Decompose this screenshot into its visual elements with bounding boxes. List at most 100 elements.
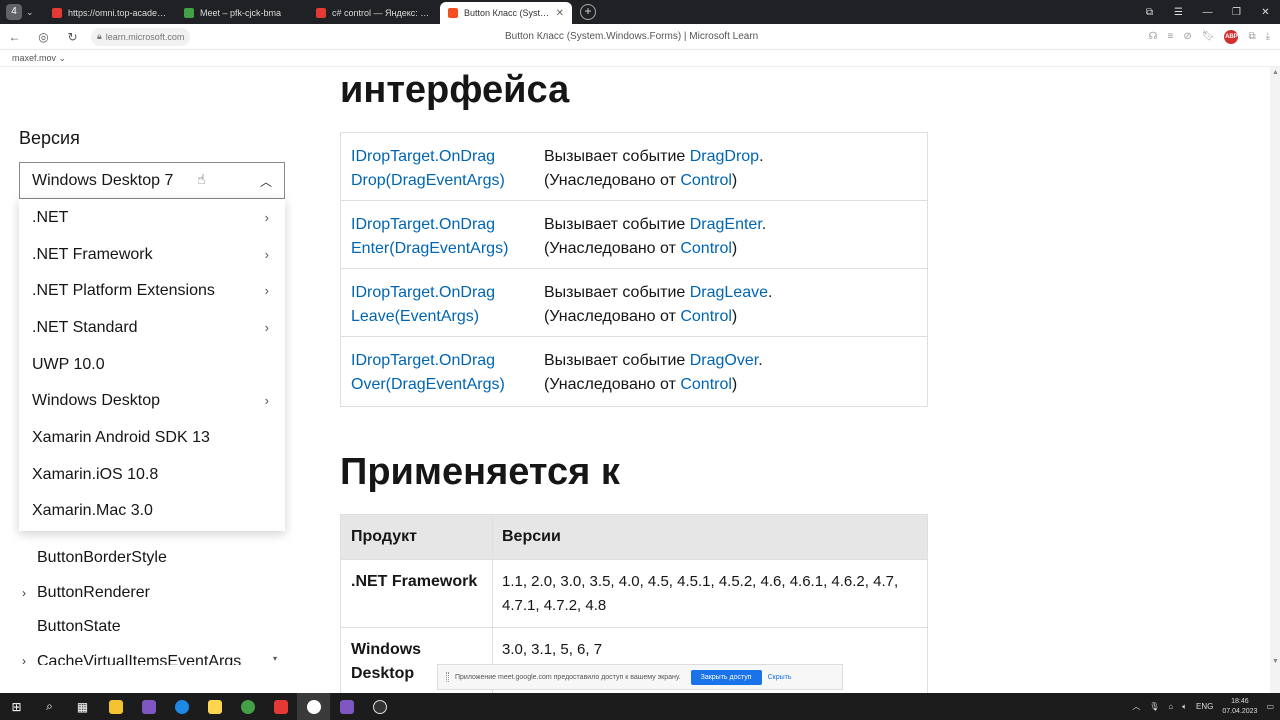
- version-option[interactable]: Xamarin.iOS 10.8: [19, 457, 285, 493]
- browser-tab[interactable]: Meet – pfk-cjck-bma: [176, 2, 308, 24]
- versions-line: 4.7.1, 4.7.2, 4.8: [502, 597, 607, 614]
- member-link[interactable]: IDropTarget.OnDrag Drop(DragEventArgs): [351, 145, 531, 193]
- event-link[interactable]: DragDrop: [690, 148, 759, 165]
- scroll-down-arrow-icon[interactable]: ▼: [1272, 658, 1279, 665]
- toc-item[interactable]: ButtonRenderer: [37, 584, 150, 602]
- menu-icon[interactable]: ☰: [1164, 7, 1193, 18]
- version-select[interactable]: Windows Desktop 7 ︿: [19, 162, 285, 199]
- notifications-icon[interactable]: ▭: [1266, 702, 1274, 711]
- version-option[interactable]: .NET Platform Extensions ›: [19, 273, 285, 309]
- member-link[interactable]: IDropTarget.OnDrag Enter(DragEventArgs): [351, 213, 531, 261]
- microphone-icon[interactable]: 🎙︎: [1149, 702, 1159, 711]
- version-option[interactable]: .NET Framework ›: [19, 237, 285, 273]
- control-link[interactable]: Control: [680, 308, 732, 325]
- address-bar: ← ◎ ↻ 🔒︎ learn.microsoft.com Button Клас…: [0, 24, 1280, 50]
- url-field[interactable]: 🔒︎ learn.microsoft.com: [91, 27, 191, 46]
- list-icon[interactable]: ≡: [1168, 31, 1174, 42]
- adblock-icon[interactable]: ABP: [1224, 29, 1239, 44]
- windows-start-icon[interactable]: ⊞: [0, 693, 33, 720]
- protect-icon[interactable]: ◎: [29, 30, 58, 44]
- browser-tab-active[interactable]: Button Класс (System.W ✕: [440, 2, 572, 24]
- back-arrow-icon[interactable]: ←: [0, 30, 29, 44]
- event-link[interactable]: DragEnter: [690, 216, 762, 233]
- chevron-up-icon[interactable]: ︿: [1132, 701, 1140, 712]
- toc-item[interactable]: CacheVirtualItemsEventArgs: [37, 653, 241, 665]
- table-row: IDropTarget.OnDrag Leave(EventArgs) Вызыв…: [341, 269, 927, 337]
- close-tab-icon[interactable]: ✕: [556, 8, 564, 19]
- event-link[interactable]: DragLeave: [690, 284, 768, 301]
- restore-icon[interactable]: ❐: [1222, 7, 1251, 18]
- scroll-down-arrow-icon[interactable]: ▾: [273, 654, 277, 663]
- versions-line: 1.1, 2.0, 3.0, 3.5, 4.0, 4.5, 4.5.1, 4.5…: [502, 573, 899, 590]
- scroll-up-arrow-icon[interactable]: ▲: [1272, 69, 1279, 76]
- version-option[interactable]: .NET ›: [19, 200, 285, 236]
- file-explorer-icon[interactable]: [99, 693, 132, 720]
- translate-icon[interactable]: ⊘: [1183, 31, 1191, 42]
- minimize-icon[interactable]: —: [1193, 7, 1222, 18]
- version-option[interactable]: Windows Desktop ›: [19, 383, 285, 419]
- stop-sharing-button[interactable]: Закрыть доступ: [690, 669, 762, 685]
- member-name-line: IDropTarget.OnDrag: [351, 284, 496, 301]
- drag-handle-icon[interactable]: [446, 672, 449, 682]
- bookmark-item[interactable]: maxef.mov ⌄: [12, 53, 66, 63]
- version-option[interactable]: Xamarin Android SDK 13: [19, 420, 285, 456]
- control-link[interactable]: Control: [680, 376, 732, 393]
- chrome-icon[interactable]: [231, 693, 264, 720]
- volume-icon[interactable]: 🔈︎: [1182, 702, 1187, 712]
- chevron-right-icon[interactable]: ›: [22, 654, 26, 668]
- event-link[interactable]: DragOver: [690, 352, 758, 369]
- table-header: Продукт Версии: [341, 515, 927, 559]
- table-row: .NET Framework 1.1, 2.0, 3.0, 3.5, 4.0, …: [341, 559, 927, 627]
- tab-group-control[interactable]: 4 ⌄: [0, 0, 44, 24]
- yandex-browser-icon[interactable]: [297, 693, 330, 720]
- download-icon[interactable]: ⤓: [1266, 31, 1270, 42]
- reader-icon[interactable]: ☊: [1149, 31, 1158, 42]
- option-label: Xamarin Android SDK 13: [32, 429, 210, 446]
- chevron-right-icon: ›: [264, 393, 269, 408]
- browser-tab[interactable]: https://omni.top-academy: [44, 2, 176, 24]
- chevron-right-icon[interactable]: ›: [22, 586, 26, 600]
- section-heading: интерфейса: [340, 69, 570, 111]
- control-link[interactable]: Control: [680, 240, 732, 257]
- toc-item[interactable]: ButtonState: [37, 618, 121, 636]
- member-link[interactable]: IDropTarget.OnDrag Leave(EventArgs): [351, 281, 531, 329]
- bookmarks-bar: maxef.mov ⌄: [0, 50, 1280, 67]
- events-table: IDropTarget.OnDrag Drop(DragEventArgs) Вы…: [340, 132, 928, 407]
- task-view-icon[interactable]: ▦: [66, 693, 99, 720]
- option-label: .NET Platform Extensions: [32, 282, 215, 299]
- member-name-line: IDropTarget.OnDrag: [351, 216, 496, 233]
- version-option[interactable]: UWP 10.0: [19, 347, 285, 383]
- browser-tab[interactable]: c# control — Яндекс: наш: [308, 2, 440, 24]
- member-name-line: Enter(DragEventArgs): [351, 240, 509, 257]
- extension-icon[interactable]: ⧉: [1248, 31, 1255, 42]
- close-window-icon[interactable]: ✕: [1251, 7, 1280, 18]
- reload-icon[interactable]: ↻: [58, 30, 87, 44]
- hide-button[interactable]: Скрыть: [768, 674, 792, 681]
- control-link[interactable]: Control: [680, 172, 732, 189]
- version-option[interactable]: .NET Standard ›: [19, 310, 285, 346]
- tab-title: https://omni.top-academy: [68, 8, 168, 18]
- share-text: Приложение meet.google.com предоставило …: [455, 673, 681, 681]
- chevron-down-icon[interactable]: ⌄: [26, 7, 34, 18]
- store-icon[interactable]: [198, 693, 231, 720]
- column-divider: [492, 560, 493, 627]
- clock[interactable]: 18:46 07.04.2023: [1222, 697, 1257, 717]
- member-link[interactable]: IDropTarget.OnDrag Over(DragEventArgs): [351, 349, 531, 397]
- tab-counter[interactable]: 4: [6, 4, 22, 20]
- obs-icon[interactable]: [363, 693, 396, 720]
- bookmark-panel-icon[interactable]: ⧉: [1135, 7, 1164, 18]
- visual-studio-icon[interactable]: [132, 693, 165, 720]
- yandex-icon[interactable]: [264, 693, 297, 720]
- visual-studio-icon[interactable]: [330, 693, 363, 720]
- bookmark-icon[interactable]: 🔖︎: [1202, 31, 1215, 42]
- version-option[interactable]: Xamarin.Mac 3.0: [19, 493, 285, 529]
- language-indicator[interactable]: ENG: [1196, 702, 1213, 711]
- search-icon[interactable]: ⌕: [33, 693, 66, 720]
- new-tab-button[interactable]: +: [580, 4, 596, 20]
- edge-icon[interactable]: [165, 693, 198, 720]
- page-scrollbar[interactable]: ▲ ▼: [1270, 67, 1280, 693]
- toc-item[interactable]: ButtonBorderStyle: [37, 549, 167, 567]
- network-icon[interactable]: ⌂: [1168, 702, 1173, 711]
- desc-text: (Унаследовано от: [544, 240, 681, 257]
- option-label: .NET Framework: [32, 246, 153, 263]
